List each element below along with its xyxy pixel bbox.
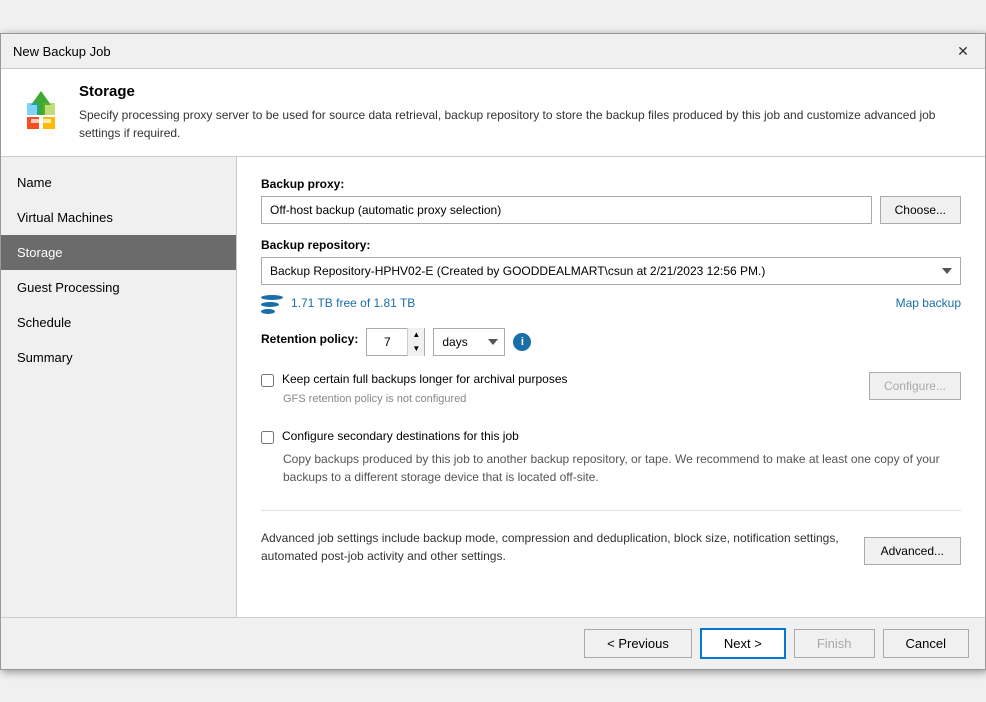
header-section: Storage Specify processing proxy server … [1, 69, 985, 157]
sidebar-item-guest-processing[interactable]: Guest Processing [1, 270, 236, 305]
storage-free-text: 1.71 TB free of 1.81 TB [291, 296, 415, 310]
section-title: Storage [79, 83, 969, 100]
backup-proxy-choose-button[interactable]: Choose... [880, 196, 961, 224]
advanced-text: Advanced job settings include backup mod… [261, 529, 848, 565]
retention-unit-select[interactable]: daysweeksmonths [433, 328, 505, 356]
main-content: Backup proxy: Choose... Backup repositor… [236, 157, 985, 617]
gfs-not-configured-text: GFS retention policy is not configured [283, 393, 568, 405]
sidebar: Name Virtual Machines Storage Guest Proc… [1, 157, 236, 617]
section-description: Specify processing proxy server to be us… [79, 106, 969, 142]
retention-value-input[interactable] [367, 329, 407, 355]
configure-secondary-checkbox[interactable] [261, 431, 274, 444]
map-backup-link[interactable]: Map backup [896, 296, 961, 310]
keep-full-backups-section: Keep certain full backups longer for arc… [261, 372, 961, 415]
storage-info: 1.71 TB free of 1.81 TB Map backup [261, 293, 961, 314]
dialog-title: New Backup Job [13, 44, 111, 59]
sidebar-item-summary[interactable]: Summary [1, 340, 236, 375]
retention-spinners: ▲ ▼ [407, 328, 424, 356]
footer: < Previous Next > Finish Cancel [1, 617, 985, 669]
title-bar: New Backup Job ✕ [1, 34, 985, 69]
retention-number-input: ▲ ▼ [366, 328, 425, 356]
retention-info-icon[interactable]: i [513, 333, 531, 351]
backup-proxy-label: Backup proxy: [261, 177, 961, 191]
backup-proxy-input[interactable] [261, 196, 872, 224]
advanced-section: Advanced job settings include backup mod… [261, 510, 961, 565]
content-area: Name Virtual Machines Storage Guest Proc… [1, 157, 985, 617]
keep-full-backups-label[interactable]: Keep certain full backups longer for arc… [282, 372, 568, 386]
advanced-button[interactable]: Advanced... [864, 537, 961, 565]
previous-button[interactable]: < Previous [584, 629, 692, 658]
finish-button[interactable]: Finish [794, 629, 875, 658]
sidebar-item-virtual-machines[interactable]: Virtual Machines [1, 200, 236, 235]
configure-secondary-row: Configure secondary destinations for thi… [261, 429, 961, 444]
storage-info-left: 1.71 TB free of 1.81 TB [261, 293, 415, 314]
cancel-button[interactable]: Cancel [883, 629, 969, 658]
next-button[interactable]: Next > [700, 628, 786, 659]
header-text: Storage Specify processing proxy server … [79, 83, 969, 142]
configure-secondary-description: Copy backups produced by this job to ano… [283, 450, 961, 486]
sidebar-item-schedule[interactable]: Schedule [1, 305, 236, 340]
backup-repository-select[interactable]: Backup Repository-HPHV02-E (Created by G… [261, 257, 961, 285]
retention-down-button[interactable]: ▼ [408, 342, 424, 356]
keep-full-backups-row: Keep certain full backups longer for arc… [261, 372, 568, 387]
sidebar-item-storage[interactable]: Storage [1, 235, 236, 270]
keep-full-backups-checkbox[interactable] [261, 374, 274, 387]
backup-repository-row: Backup Repository-HPHV02-E (Created by G… [261, 257, 961, 285]
close-button[interactable]: ✕ [953, 42, 973, 62]
retention-up-button[interactable]: ▲ [408, 328, 424, 342]
backup-repository-label: Backup repository: [261, 238, 961, 252]
database-icon [261, 295, 283, 314]
dialog: New Backup Job ✕ Storage Specify process… [0, 33, 986, 670]
configure-button: Configure... [869, 372, 961, 400]
configure-secondary-section: Configure secondary destinations for thi… [261, 429, 961, 486]
configure-secondary-label[interactable]: Configure secondary destinations for thi… [282, 429, 519, 443]
backup-proxy-row: Choose... [261, 196, 961, 224]
retention-label: Retention policy: [261, 332, 358, 346]
header-icon [17, 83, 65, 131]
retention-row: Retention policy: ▲ ▼ daysweeksmonths i [261, 328, 961, 356]
sidebar-item-name[interactable]: Name [1, 165, 236, 200]
